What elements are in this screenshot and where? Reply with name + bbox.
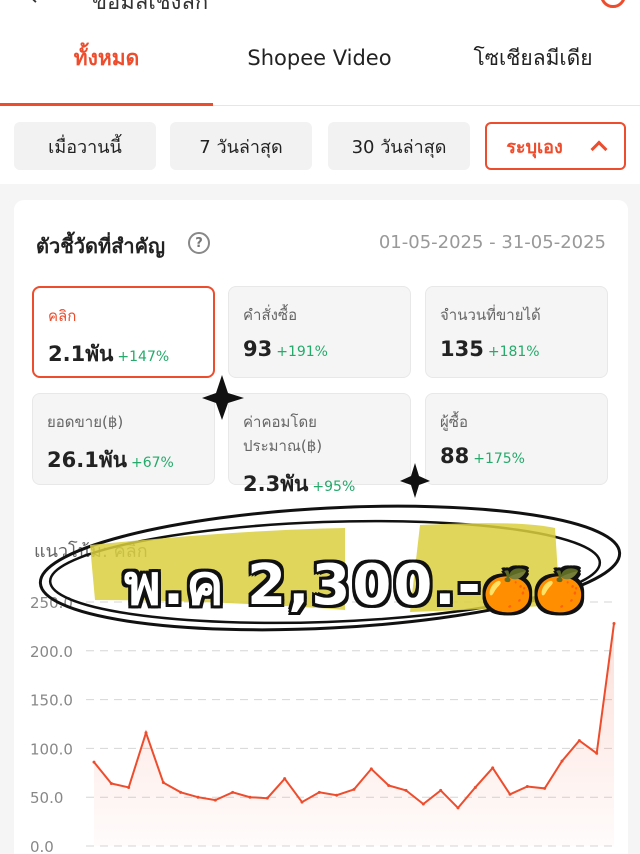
metric-value: 26.1พัน [47,448,128,472]
y-tick-label: 0.0 [30,838,54,854]
page-title: ข้อมูลเชิงลึก [92,0,208,10]
data-point [577,739,581,743]
help-icon[interactable]: ? [188,232,210,254]
top-app-bar: ← ข้อมูลเชิงลึก [0,0,640,10]
data-point [456,806,460,810]
chevron-up-icon [590,140,608,158]
data-point [525,784,529,788]
data-point [213,798,217,802]
orange-emoji-icon: 🍊🍊 [482,568,587,614]
tab-all[interactable]: ทั้งหมด [0,10,213,107]
data-point [300,800,304,804]
data-point [543,786,547,790]
data-point [387,783,391,787]
data-point [404,788,408,792]
data-point [196,795,200,799]
filter-30-days-label: 30 วันล่าสุด [351,136,447,158]
tab-bar: ทั้งหมด Shopee Video โซเชียลมีเดีย [0,10,640,107]
metric-value: 93 [243,337,273,361]
filter-7-days[interactable]: 7 วันล่าสุด [170,122,312,170]
data-point [179,790,183,794]
metric-value: 2.3พัน [243,472,309,496]
y-tick-label: 100.0 [30,740,73,758]
metric-clicks[interactable]: คลิก 2.1พัน +147% [32,286,215,378]
metric-buyers[interactable]: ผู้ซื้อ 88 +175% [425,393,608,485]
y-tick-label: 250.0 [30,594,73,612]
metric-change: +95% [312,479,356,495]
data-point [421,802,425,806]
filter-7-days-label: 7 วันล่าสุด [199,136,283,158]
data-point [109,782,113,786]
tab-shopee-video-label: Shopee Video [247,46,392,70]
tab-shopee-video[interactable]: Shopee Video [213,10,426,106]
data-point [127,785,131,789]
data-point [317,790,321,794]
metric-change: +67% [131,455,174,471]
y-tick-label: 50.0 [30,789,63,807]
notification-icon[interactable] [600,0,626,8]
data-point [144,731,148,735]
data-point [491,766,495,770]
sticker-text: พ.ค 2,300.-🍊🍊 [124,540,586,629]
date-range: 01-05-2025 - 31-05-2025 [378,232,606,253]
metric-label: ยอดขาย(฿) [47,413,124,431]
data-point [439,788,443,792]
metric-sales[interactable]: ยอดขาย(฿) 26.1พัน +67% [32,393,215,485]
data-point [92,760,96,764]
data-point [595,751,599,755]
filter-custom[interactable]: ระบุเอง [485,122,626,170]
data-point [352,787,356,791]
metric-label: คำสั่งซื้อ [243,306,298,324]
y-tick-label: 150.0 [30,692,73,710]
back-arrow-icon[interactable]: ← [30,0,48,10]
metric-label: ผู้ซื้อ [440,413,468,431]
data-point [369,767,373,771]
data-point [612,621,616,625]
filter-custom-label: ระบุเอง [506,136,563,158]
series-area [94,623,614,846]
data-point [335,793,339,797]
filter-30-days[interactable]: 30 วันล่าสุด [328,122,470,170]
data-point [508,792,512,796]
metric-items-sold[interactable]: จำนวนที่ขายได้ 135 +181% [425,286,608,378]
metric-label: จำนวนที่ขายได้ [440,306,541,324]
metrics-title: ตัวชี้วัดที่สำคัญ [36,234,166,258]
data-point [265,796,269,800]
metric-change: +181% [487,344,540,360]
metric-label: ค่าคอมโดยประมาณ(฿) [243,413,323,455]
metric-change: +147% [117,349,170,365]
metric-commission[interactable]: ค่าคอมโดยประมาณ(฿) 2.3พัน +95% [228,393,411,496]
data-point [473,785,477,789]
metric-orders[interactable]: คำสั่งซื้อ 93 +191% [228,286,411,378]
metric-value: 2.1พัน [48,342,114,366]
date-filter-bar: เมื่อวานนี้ 7 วันล่าสุด 30 วันล่าสุด ระบ… [0,106,640,184]
data-point [161,781,165,785]
data-point [248,795,252,799]
metric-label: คลิก [48,307,77,325]
filter-yesterday[interactable]: เมื่อวานนี้ [14,122,156,170]
metric-value: 135 [440,337,484,361]
tab-social-media-label: โซเชียลมีเดีย [473,45,593,70]
tab-all-label: ทั้งหมด [73,45,140,70]
y-tick-label: 200.0 [30,643,73,661]
metric-value: 88 [440,444,470,468]
metrics-card: ตัวชี้วัดที่สำคัญ ? 01-05-2025 - 31-05-2… [14,200,628,854]
data-point [560,759,564,763]
metric-change: +175% [473,451,525,467]
data-point [231,790,235,794]
sticker-label: พ.ค 2,300.- [124,553,483,618]
tab-social-media[interactable]: โซเชียลมีเดีย [426,10,640,106]
data-point [283,777,287,781]
filter-yesterday-label: เมื่อวานนี้ [48,136,122,158]
metric-change: +191% [276,344,328,360]
